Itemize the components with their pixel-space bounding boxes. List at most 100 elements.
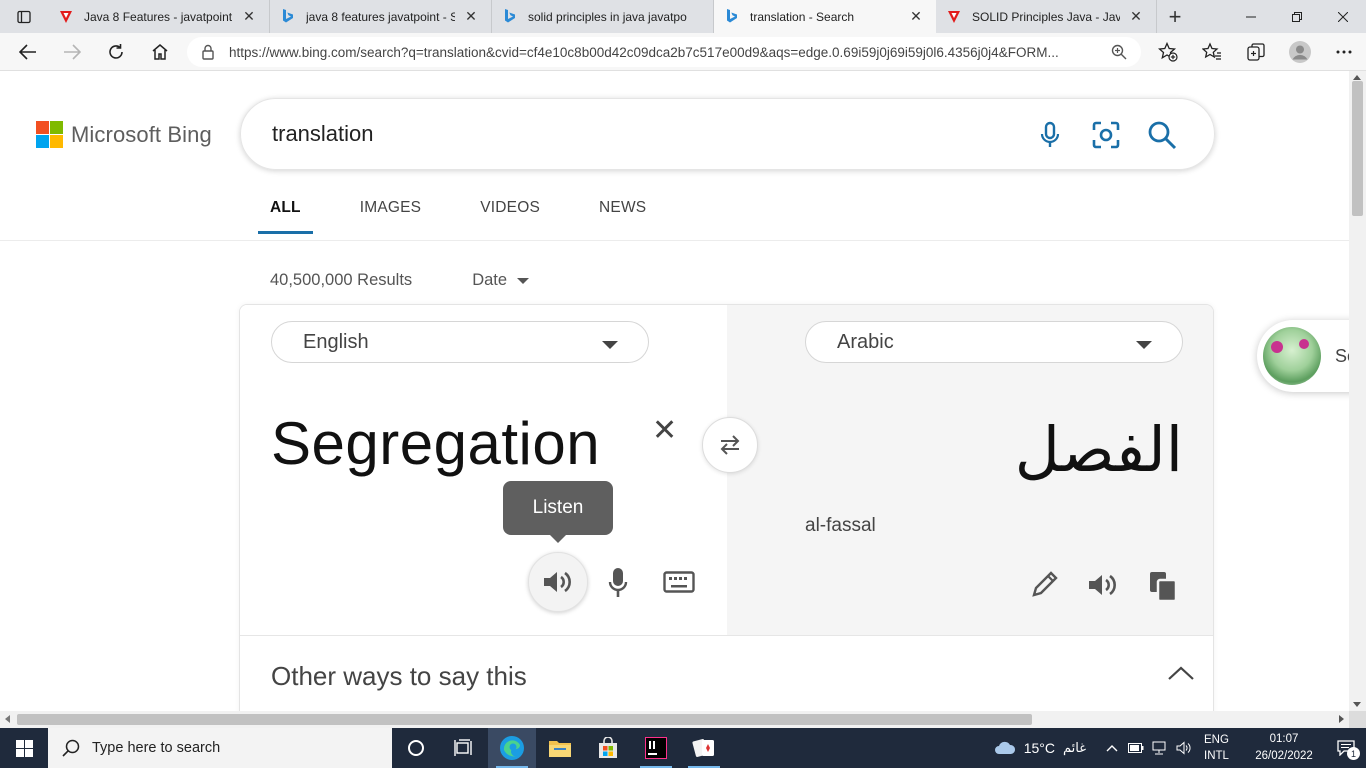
search-input[interactable]: translation — [272, 121, 374, 147]
search-button[interactable] — [1134, 119, 1190, 151]
date-filter-dropdown[interactable]: Date — [472, 271, 530, 290]
visual-search-icon — [1092, 121, 1120, 149]
task-view-button[interactable] — [440, 728, 488, 768]
minimize-icon — [1246, 16, 1256, 17]
scroll-thumb[interactable] — [1352, 81, 1363, 216]
copy-translation-button[interactable] — [1147, 569, 1179, 608]
battery-button[interactable] — [1124, 728, 1148, 768]
tab-bar: Java 8 Features - javatpoint ✕ java 8 fe… — [0, 0, 1366, 33]
close-tab-icon[interactable]: ✕ — [241, 8, 257, 25]
scroll-down-icon[interactable] — [1353, 702, 1361, 707]
taskbar-search[interactable]: Type here to search — [48, 728, 392, 768]
close-tab-icon[interactable]: ✕ — [463, 8, 479, 25]
tab-title: SOLID Principles Java - Javatp — [972, 9, 1120, 24]
scope-videos[interactable]: VIDEOS — [468, 189, 552, 233]
zoom-icon[interactable] — [1111, 44, 1127, 60]
forward-arrow-icon — [64, 43, 81, 60]
weather-widget[interactable]: 15°C غائم — [994, 740, 1086, 756]
close-window-button[interactable] — [1320, 0, 1366, 33]
start-button[interactable] — [0, 728, 48, 768]
input-language[interactable]: ENG INTL — [1204, 732, 1242, 764]
swap-icon — [720, 435, 740, 455]
collections-icon — [1247, 43, 1265, 61]
bing-logo[interactable]: Microsoft Bing — [36, 121, 212, 148]
results-info: 40,500,000 Results Date — [270, 271, 530, 290]
scrollbar-corner — [1349, 711, 1366, 728]
collections-button[interactable] — [1234, 33, 1278, 71]
close-tab-icon[interactable]: ✕ — [1128, 8, 1144, 25]
voice-search-button[interactable] — [1022, 119, 1078, 151]
file-explorer-button[interactable] — [536, 728, 584, 768]
horizontal-scrollbar[interactable] — [0, 711, 1349, 728]
back-arrow-icon — [19, 43, 36, 60]
address-bar[interactable]: https://www.bing.com/search?q=translatio… — [187, 37, 1141, 67]
thumbnail-image — [1263, 327, 1321, 385]
tab-solid-javatpoint[interactable]: SOLID Principles Java - Javatp ✕ — [936, 0, 1157, 33]
close-icon: ✕ — [652, 414, 678, 447]
cloud-icon — [994, 741, 1015, 754]
speaker-icon — [544, 571, 571, 593]
refresh-button[interactable] — [94, 33, 138, 71]
favorites-button[interactable] — [1190, 33, 1234, 71]
related-card[interactable]: Se — [1257, 320, 1349, 392]
notifications-button[interactable]: 1 — [1326, 728, 1366, 768]
forward-button[interactable] — [50, 33, 94, 71]
taskbar: Type here to search 15°C غائم ENG INTL 0… — [0, 728, 1366, 768]
network-button[interactable] — [1148, 728, 1172, 768]
tab-actions-icon — [17, 10, 31, 23]
scope-all[interactable]: ALL — [258, 189, 313, 234]
profile-button[interactable] — [1278, 33, 1322, 71]
other-ways-heading[interactable]: Other ways to say this — [271, 661, 527, 692]
vertical-scrollbar[interactable] — [1349, 71, 1366, 711]
source-text[interactable]: Segregation — [271, 409, 600, 478]
close-tab-icon[interactable]: ✕ — [908, 8, 924, 25]
intellij-button[interactable] — [632, 728, 680, 768]
store-button[interactable] — [584, 728, 632, 768]
listen-translation-button[interactable] — [1087, 571, 1119, 604]
listen-source-button[interactable] — [528, 552, 588, 612]
keyboard-button[interactable] — [662, 567, 696, 597]
restore-icon — [1292, 11, 1302, 22]
translator-card: English Segregation ✕ Listen Arabic الفص… — [239, 304, 1214, 711]
restore-button[interactable] — [1274, 0, 1320, 33]
tab-translation-search[interactable]: translation - Search ✕ — [714, 0, 936, 33]
tab-java8-features[interactable]: Java 8 Features - javatpoint ✕ — [48, 0, 270, 33]
show-hidden-icons-button[interactable] — [1100, 728, 1124, 768]
microphone-icon — [1040, 121, 1060, 147]
search-box[interactable]: translation — [240, 98, 1215, 170]
scroll-right-icon[interactable] — [1339, 715, 1344, 723]
settings-menu-button[interactable] — [1322, 33, 1366, 71]
speak-input-button[interactable] — [602, 565, 634, 601]
solitaire-button[interactable] — [680, 728, 728, 768]
speaker-icon — [1089, 574, 1116, 596]
scope-images[interactable]: IMAGES — [348, 189, 434, 233]
clock[interactable]: 01:07 26/02/2022 — [1242, 731, 1326, 765]
favorites-icon — [1202, 42, 1221, 60]
chevron-up-icon — [1106, 745, 1118, 752]
scope-news[interactable]: NEWS — [587, 189, 658, 233]
address-url: https://www.bing.com/search?q=translatio… — [229, 44, 1059, 60]
scroll-up-icon[interactable] — [1353, 75, 1361, 80]
swap-languages-button[interactable] — [702, 417, 758, 473]
tab-java8-search[interactable]: java 8 features javatpoint - Se ✕ — [270, 0, 492, 33]
microsoft-logo-icon — [36, 121, 63, 148]
target-panel: Arabic الفصل al-fassal — [727, 305, 1213, 635]
back-button[interactable] — [6, 33, 50, 71]
clear-text-button[interactable]: ✕ — [652, 413, 677, 448]
source-language-select[interactable]: English — [271, 321, 649, 363]
cortana-button[interactable] — [392, 728, 440, 768]
edit-translation-button[interactable] — [1028, 569, 1060, 606]
new-tab-button[interactable]: + — [1157, 0, 1193, 33]
add-favorite-button[interactable] — [1146, 33, 1190, 71]
scroll-left-icon[interactable] — [5, 715, 10, 723]
minimize-button[interactable] — [1228, 0, 1274, 33]
scroll-thumb[interactable] — [17, 714, 1032, 725]
tab-actions-button[interactable] — [0, 0, 48, 33]
home-button[interactable] — [138, 33, 182, 71]
collapse-button[interactable] — [1167, 665, 1195, 686]
visual-search-button[interactable] — [1078, 119, 1134, 151]
edge-taskbar-button[interactable] — [488, 728, 536, 768]
target-language-select[interactable]: Arabic — [805, 321, 1183, 363]
tab-solid-search[interactable]: solid principles in java javatpo — [492, 0, 714, 33]
volume-button[interactable] — [1172, 728, 1196, 768]
